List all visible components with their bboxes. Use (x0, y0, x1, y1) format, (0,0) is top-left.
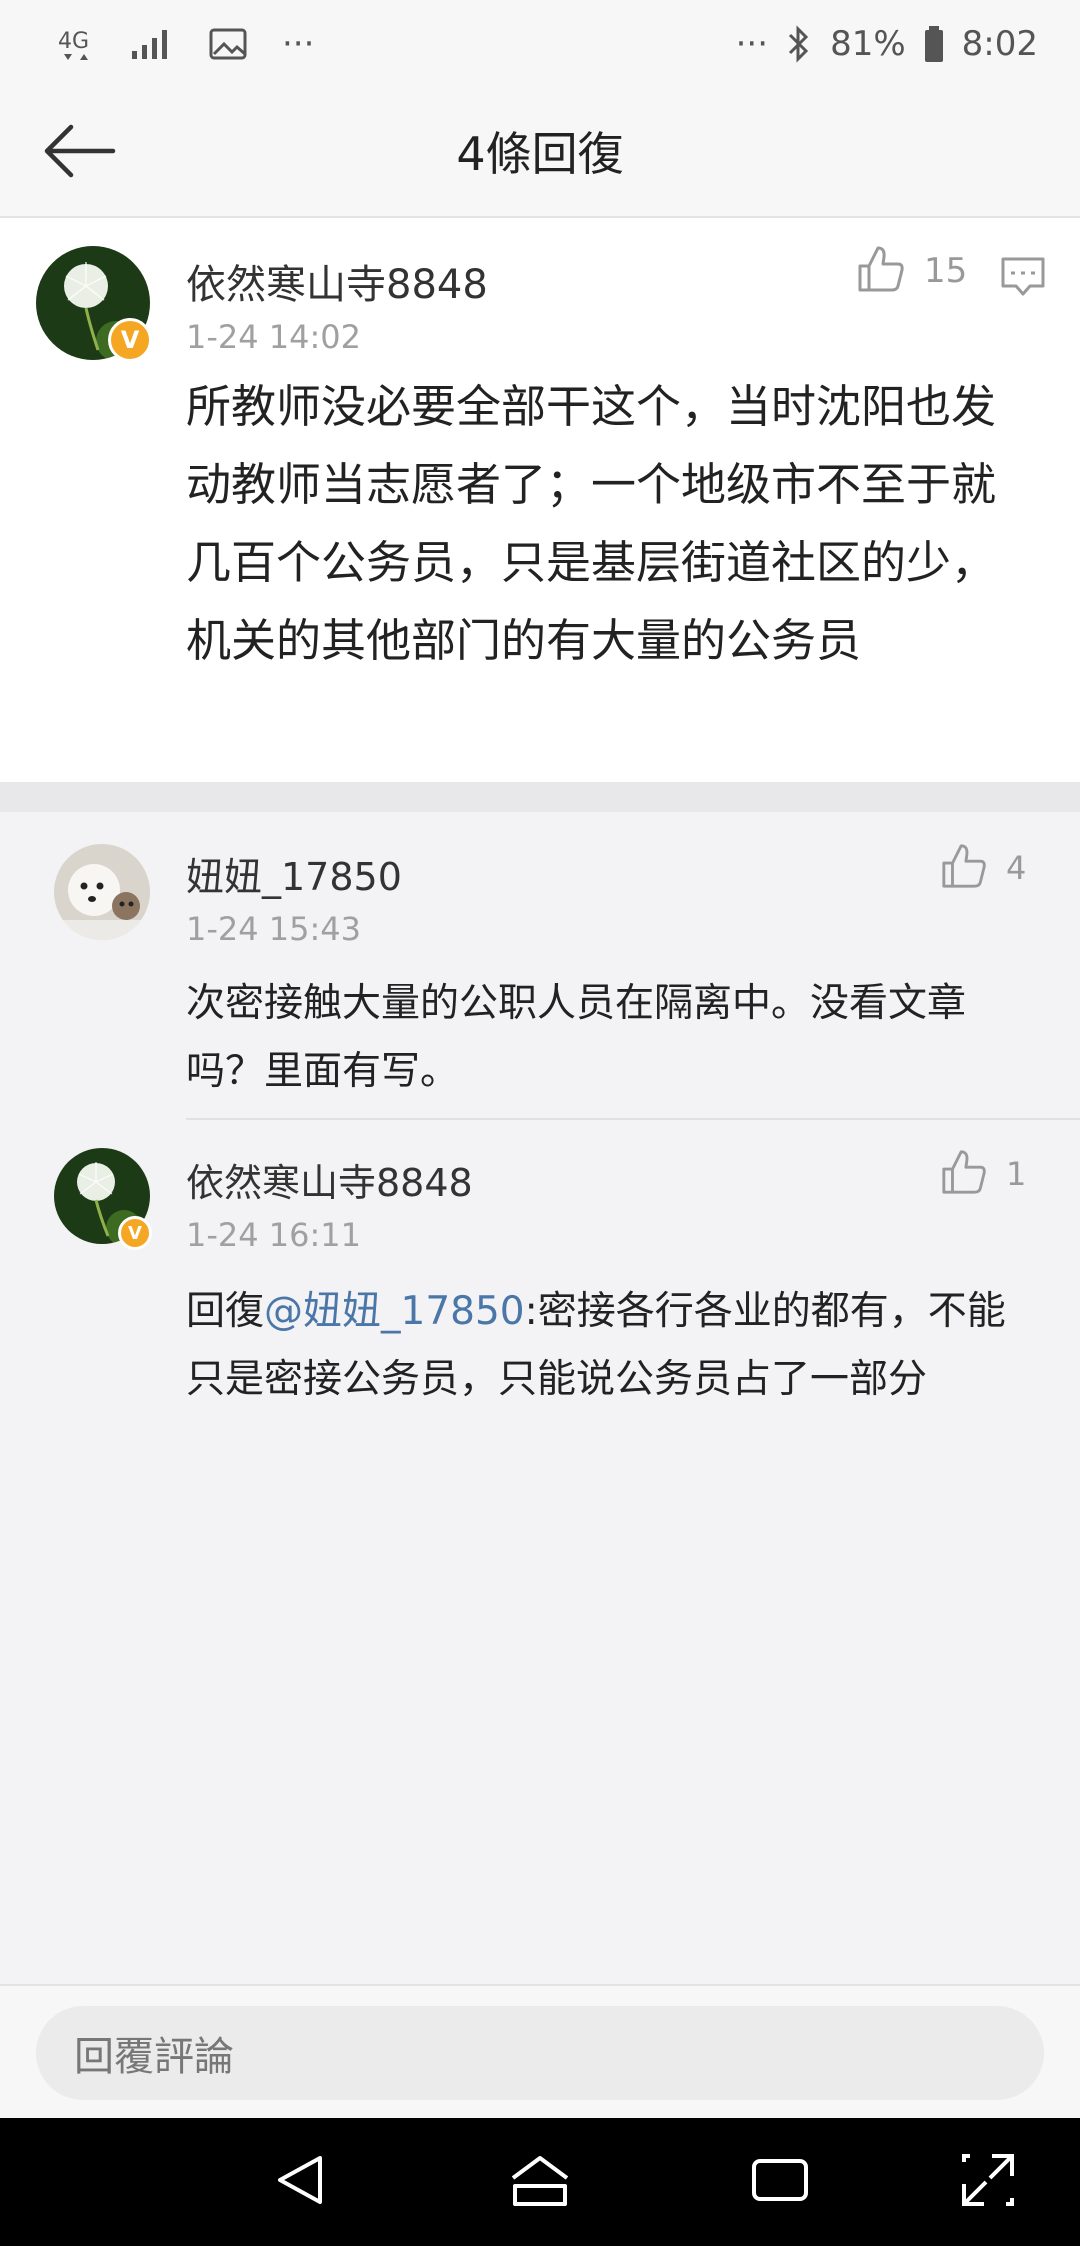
like-button[interactable]: 1 (940, 1148, 1026, 1200)
page-title: 4條回復 (456, 127, 624, 181)
battery-percentage: 81% (830, 24, 906, 64)
reply-time: 1-24 16:11 (186, 1216, 362, 1254)
like-button[interactable]: 15 (856, 244, 967, 298)
like-count: 4 (1006, 849, 1027, 887)
comment-button[interactable] (1000, 256, 1046, 298)
image-icon (208, 22, 248, 66)
comment-bubble-icon (1000, 257, 1046, 302)
reply-list: 妞妞_17850 1-24 15:43 4 次密接触大量的公职人员在隔离中。没看… (0, 812, 1080, 1984)
expand-icon (960, 2152, 1016, 2212)
comment-time: 1-24 14:02 (186, 318, 362, 356)
reply-username[interactable]: 妞妞_17850 (186, 846, 402, 901)
more-notifications-icon: ··· (282, 24, 315, 64)
reply-input[interactable]: 回覆評論 (36, 2006, 1044, 2100)
avatar[interactable] (54, 844, 150, 940)
reply-text: 次密接触大量的公职人员在隔离中。没看文章吗？里面有写。 (186, 981, 967, 1094)
divider (186, 1118, 1080, 1120)
nav-recents-button[interactable] (744, 2146, 816, 2218)
nav-home-icon (509, 2152, 571, 2212)
svg-text:4G: 4G (58, 29, 89, 54)
battery-icon (924, 22, 944, 66)
nav-recents-icon (750, 2155, 810, 2209)
like-button[interactable]: 4 (940, 842, 1026, 894)
network-4g-icon: 4G (56, 22, 96, 66)
thumbs-up-icon (940, 1148, 988, 1200)
comment-text: 所教师没必要全部干这个，当时沈阳也发动教师当志愿者了；一个地级市不至于就几百个公… (186, 380, 997, 667)
verified-badge-icon: V (108, 318, 152, 362)
like-count: 1 (1006, 1155, 1027, 1193)
thumbs-up-icon (940, 842, 988, 894)
reply-text: 回復@妞妞_17850:密接各行各业的都有，不能只是密接公务员，只能说公务员占了… (186, 1278, 1036, 1414)
nav-expand-button[interactable] (952, 2146, 1024, 2218)
mention-link[interactable]: @妞妞_17850 (264, 1289, 525, 1334)
nav-back-button[interactable] (264, 2146, 336, 2218)
bluetooth-icon (786, 22, 812, 66)
header-bar: 4條回復 (0, 88, 1080, 218)
main-comment: V 依然寒山寺8848 1-24 14:02 15 所教师没必要全部干这个，当时… (0, 218, 1080, 782)
section-divider (0, 782, 1080, 812)
verified-badge-icon: V (118, 1216, 152, 1250)
reply-username[interactable]: 依然寒山寺8848 (186, 1152, 473, 1207)
reply-prefix: 回復 (186, 1289, 265, 1334)
signal-icon (130, 22, 174, 66)
thumbs-up-icon (856, 244, 906, 298)
like-count: 15 (924, 251, 968, 291)
clock: 8:02 (961, 24, 1038, 64)
system-nav-bar (0, 2118, 1080, 2246)
more-status-icon: ··· (735, 24, 769, 64)
reply-time: 1-24 15:43 (186, 910, 362, 948)
reply-input-bar: 回覆評論 (0, 1984, 1080, 2118)
nav-back-icon (272, 2152, 328, 2212)
nav-home-button[interactable] (504, 2146, 576, 2218)
status-bar: 4G ··· ··· 81% 8:02 (0, 0, 1080, 88)
comment-username[interactable]: 依然寒山寺8848 (186, 252, 488, 310)
